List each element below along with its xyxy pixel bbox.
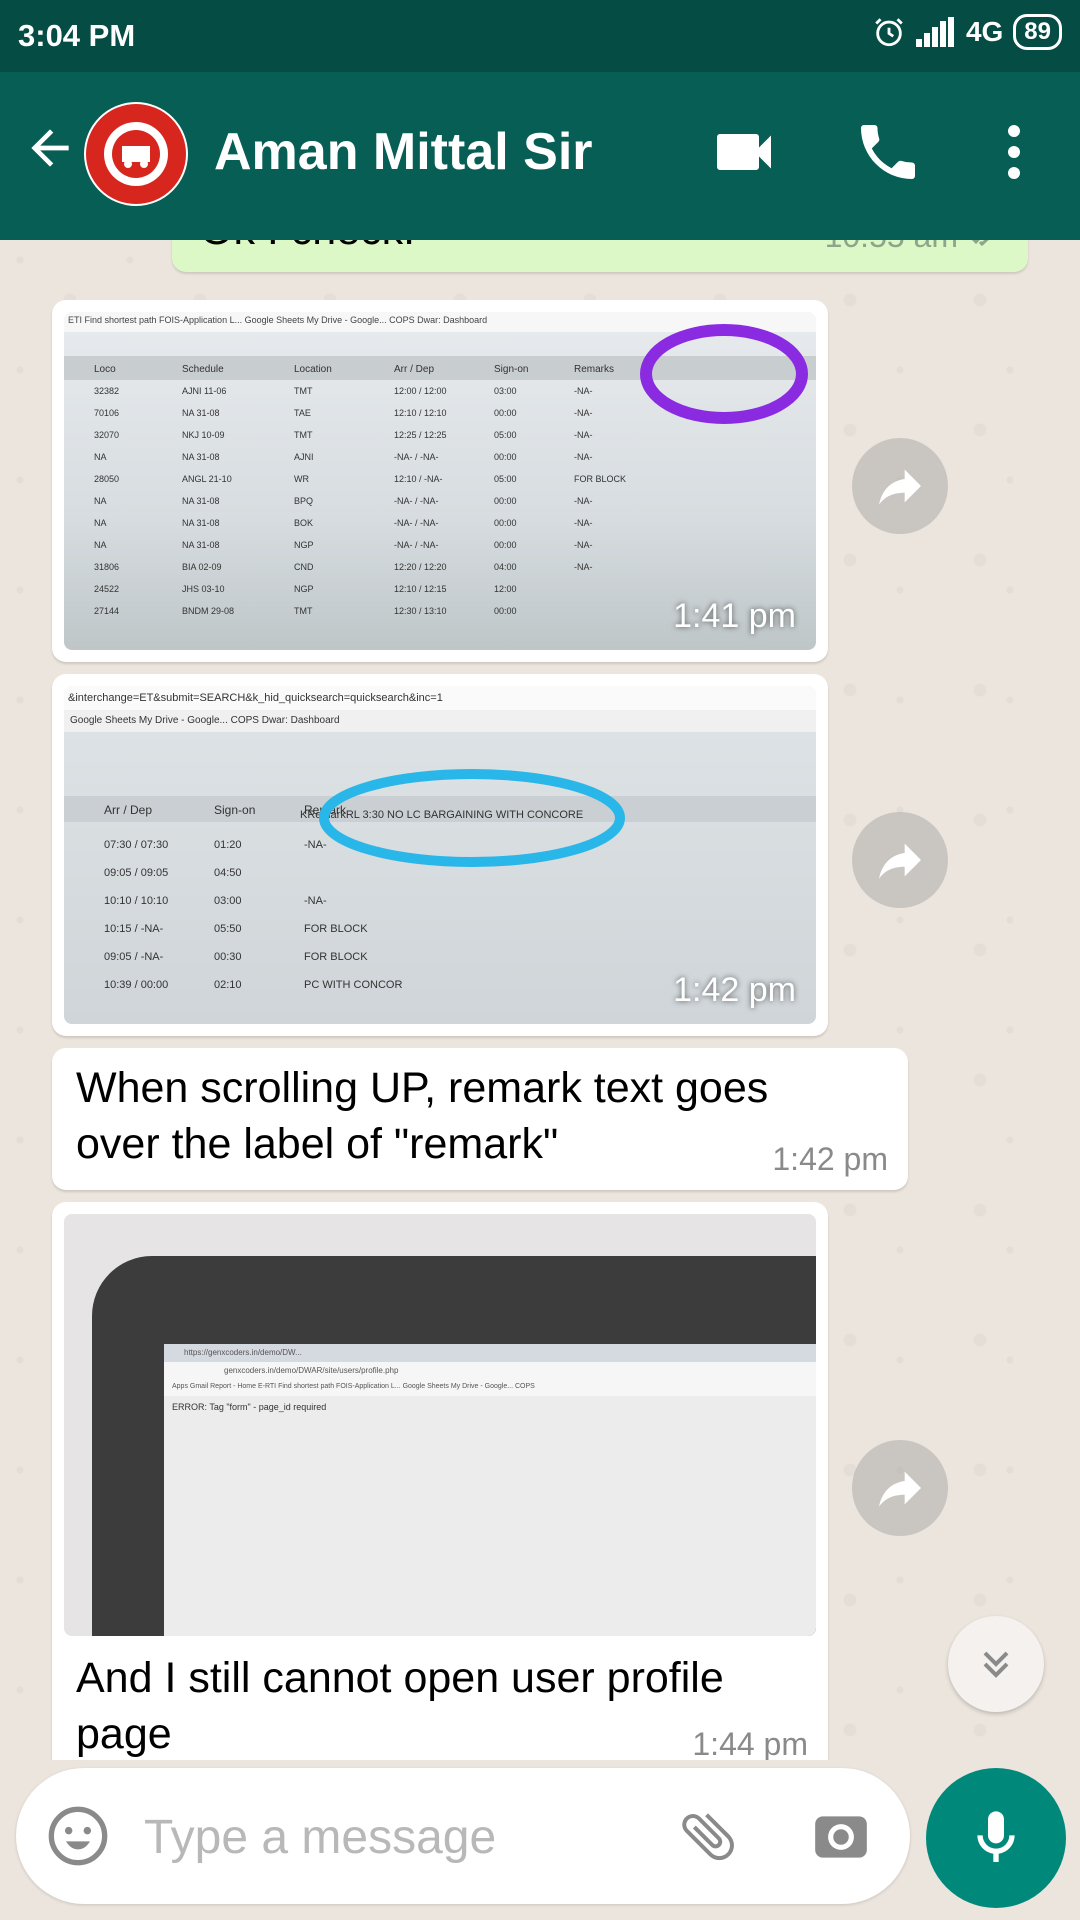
more-options-icon[interactable] — [978, 116, 1050, 188]
attach-icon[interactable] — [676, 1804, 740, 1868]
image-thumbnail[interactable]: &interchange=ET&submit=SEARCH&k_hid_quic… — [64, 686, 816, 1024]
image-time: 1:41 pm — [673, 597, 796, 635]
message-image[interactable]: &interchange=ET&submit=SEARCH&k_hid_quic… — [52, 674, 828, 1036]
message-outgoing[interactable]: Ok I check. 10:55 am — [172, 240, 1028, 272]
forward-button[interactable] — [852, 812, 948, 908]
laptop-photo: https://genxcoders.in/demo/DW... genxcod… — [64, 1214, 816, 1636]
network-type: 4G — [965, 16, 1004, 47]
forward-button[interactable] — [852, 1440, 948, 1536]
image-thumbnail[interactable]: ETI Find shortest path FOIS-Application … — [64, 312, 816, 650]
error-text: ERROR: Tag "form" - page_id required — [172, 1402, 327, 1412]
emoji-icon[interactable] — [46, 1804, 110, 1868]
alarm-icon — [875, 18, 903, 47]
message-image[interactable]: ETI Find shortest path FOIS-Application … — [52, 300, 828, 662]
browser-url: genxcoders.in/demo/DWAR/site/users/profi… — [164, 1362, 816, 1380]
browser-tab: https://genxcoders.in/demo/DW... — [164, 1344, 816, 1362]
forward-icon — [879, 1471, 921, 1507]
status-bar: 3:04 PM 4G 89 — [0, 0, 1080, 72]
message-text: Ok I check. — [200, 240, 415, 258]
back-arrow-icon[interactable] — [22, 120, 78, 176]
double-chevron-down-icon — [983, 1651, 1009, 1678]
message-input[interactable]: Type a message — [144, 1810, 496, 1865]
message-time: 1:42 pm — [772, 1141, 888, 1177]
microphone-button[interactable] — [926, 1768, 1066, 1908]
read-ticks-icon — [971, 240, 989, 247]
signal-icon — [915, 17, 954, 47]
message-composer: Type a message — [16, 1768, 910, 1904]
video-call-icon[interactable] — [708, 116, 780, 188]
status-time: 3:04 PM — [18, 18, 136, 53]
message-image[interactable]: https://genxcoders.in/demo/DW... genxcod… — [52, 1202, 828, 1760]
contact-name[interactable]: Aman Mittal Sir — [214, 122, 593, 182]
forward-button[interactable] — [852, 438, 948, 534]
voice-call-icon[interactable] — [852, 116, 924, 188]
microphone-icon — [977, 1811, 1015, 1862]
browser-bookmarks: Apps Gmail Report - Home E-RTI Find shor… — [164, 1380, 816, 1396]
forward-icon — [879, 843, 921, 879]
message-time: 1:44 pm — [692, 1726, 808, 1760]
message-time: 10:55 am — [825, 240, 958, 255]
message-incoming[interactable]: When scrolling UP, remark text goes over… — [52, 1048, 908, 1190]
forward-icon — [879, 469, 921, 505]
contact-avatar[interactable] — [84, 102, 188, 206]
image-thumbnail[interactable]: https://genxcoders.in/demo/DW... genxcod… — [64, 1214, 816, 1636]
chat-area[interactable]: Ok I check. 10:55 am ETI Find shortest p… — [0, 240, 1080, 1760]
chat-header: Aman Mittal Sir — [0, 72, 1080, 240]
message-text: When scrolling UP, remark text goes over… — [76, 1064, 769, 1168]
scroll-to-bottom-button[interactable] — [948, 1616, 1044, 1712]
camera-icon[interactable] — [810, 1806, 872, 1868]
image-time: 1:42 pm — [673, 971, 796, 1009]
battery-indicator: 89 — [1013, 14, 1062, 50]
